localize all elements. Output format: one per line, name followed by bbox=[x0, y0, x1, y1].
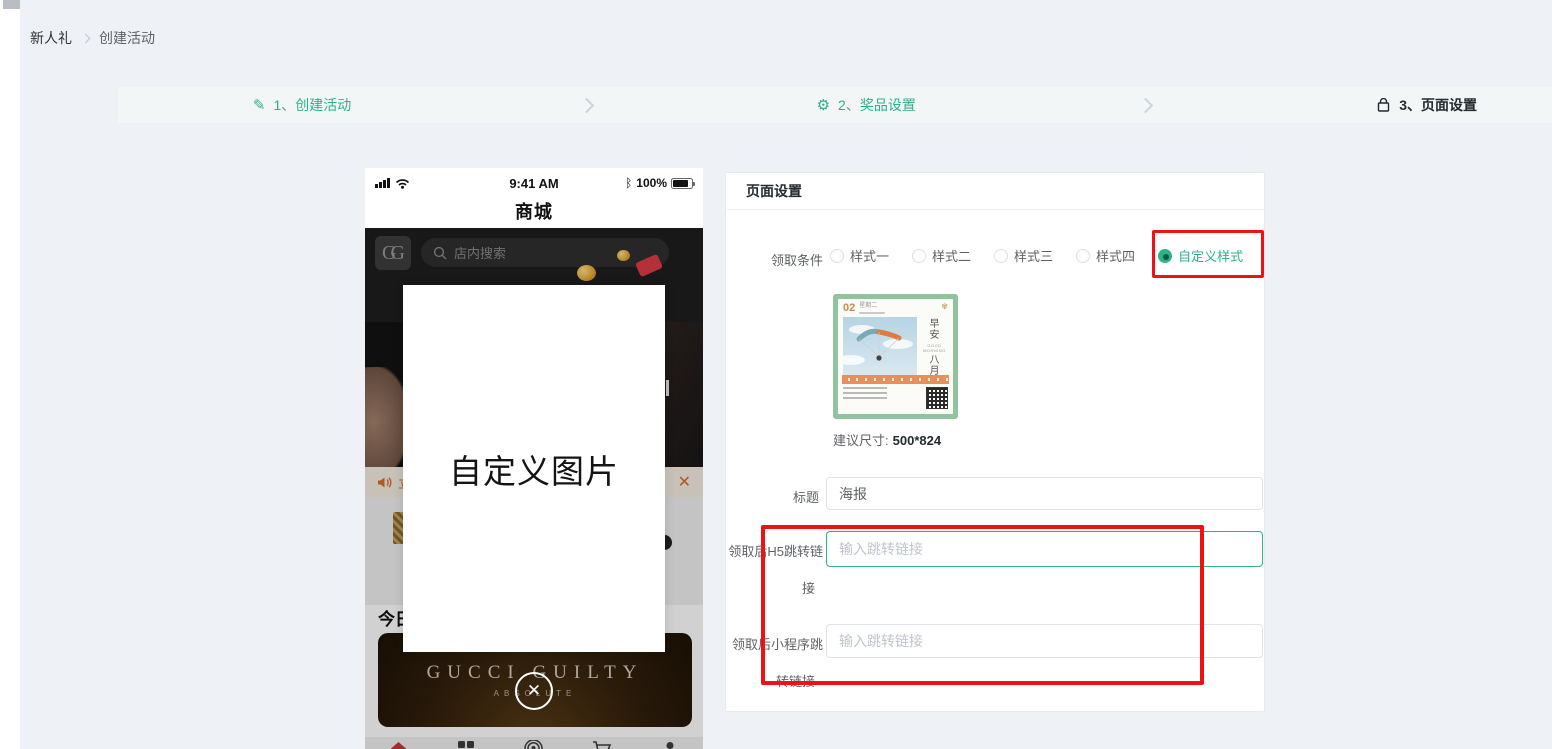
modal-close-button[interactable]: ✕ bbox=[515, 672, 553, 710]
miniprogram-link-label-line1: 领取后小程序跳 bbox=[720, 634, 823, 653]
style-radio-group: 样式一 样式二 样式三 样式四 自定义样式 bbox=[830, 246, 1243, 265]
size-hint-value: 500*824 bbox=[893, 433, 941, 448]
poster-text-line bbox=[859, 312, 885, 314]
radio-icon bbox=[830, 249, 844, 263]
poster-photo bbox=[843, 317, 917, 381]
radio-icon bbox=[1076, 249, 1090, 263]
radio-style-3[interactable]: 样式三 bbox=[994, 246, 1053, 265]
step-prize-settings[interactable]: ⚙ 2、奖品设置 bbox=[592, 95, 1140, 115]
poster-ornament-icon: ✾ bbox=[941, 303, 948, 311]
step-page-settings[interactable]: 3、页面设置 bbox=[1151, 95, 1552, 115]
breadcrumb-current: 创建活动 bbox=[99, 28, 155, 48]
claim-condition-label: 领取条件 bbox=[726, 250, 823, 269]
title-field-label: 标题 bbox=[726, 487, 819, 506]
radio-style-1[interactable]: 样式一 bbox=[830, 246, 889, 265]
breadcrumb-parent[interactable]: 新人礼 bbox=[30, 28, 72, 48]
gear-icon: ⚙ bbox=[817, 98, 830, 113]
battery-percent: 100% bbox=[636, 176, 667, 190]
bag-icon bbox=[1376, 98, 1391, 113]
poster-greeting-en: GOOD MORNING bbox=[921, 343, 948, 353]
radio-icon bbox=[912, 249, 926, 263]
battery-icon bbox=[671, 178, 693, 189]
poster-ribbon bbox=[842, 375, 949, 384]
phone-app-title: 商城 bbox=[365, 198, 703, 224]
poster-thumbnail[interactable]: 02 星期二 ✾ bbox=[833, 294, 958, 419]
page-settings-panel: 页面设置 领取条件 样式一 样式二 样式三 样式四 自定义样式 bbox=[725, 172, 1265, 712]
radio-selected-icon bbox=[1158, 249, 1172, 263]
page-left-gutter bbox=[0, 0, 20, 749]
phone-preview: 9:41 AM ᛒ 100% 商城 GG 店内搜索 推荐 人气商 立 ✕ bbox=[365, 168, 703, 749]
step-label: 1、创建活动 bbox=[273, 95, 351, 115]
bluetooth-icon: ᛒ bbox=[625, 176, 632, 190]
qr-code bbox=[926, 387, 948, 409]
poster-month: 八月 bbox=[929, 355, 940, 377]
paraglider-graphic bbox=[853, 325, 905, 365]
step-label: 2、奖品设置 bbox=[838, 95, 916, 115]
h5-link-input[interactable] bbox=[826, 531, 1263, 567]
scrollbar-corner bbox=[3, 0, 20, 9]
h5-link-label-line1: 领取后H5跳转链 bbox=[720, 541, 823, 560]
custom-image-modal: 自定义图片 bbox=[403, 285, 665, 652]
step-wizard: ✎ 1、创建活动 ⚙ 2、奖品设置 3、页面设置 bbox=[118, 87, 1552, 123]
poster-weekday: 星期二 bbox=[859, 303, 877, 309]
step-create-activity[interactable]: ✎ 1、创建活动 bbox=[118, 95, 581, 115]
breadcrumb: 新人礼 创建活动 bbox=[30, 28, 155, 48]
poster-greeting: 早安 bbox=[929, 319, 940, 341]
panel-title: 页面设置 bbox=[726, 173, 1264, 210]
chevron-right-icon bbox=[81, 34, 91, 44]
poster-day: 02 bbox=[843, 303, 855, 313]
radio-style-4[interactable]: 样式四 bbox=[1076, 246, 1135, 265]
h5-link-label-line2: 接 bbox=[726, 578, 815, 597]
pencil-icon: ✎ bbox=[253, 98, 266, 113]
radio-style-custom[interactable]: 自定义样式 bbox=[1158, 246, 1243, 265]
step-label: 3、页面设置 bbox=[1399, 95, 1477, 115]
phone-status-bar: 9:41 AM ᛒ 100% bbox=[365, 168, 703, 194]
title-input[interactable] bbox=[826, 477, 1263, 510]
miniprogram-link-input[interactable] bbox=[826, 624, 1263, 658]
miniprogram-link-label-line2: 转链接 bbox=[726, 671, 815, 690]
custom-image-text: 自定义图片 bbox=[449, 445, 619, 493]
size-hint: 建议尺寸:500*824 bbox=[833, 430, 941, 449]
close-icon: ✕ bbox=[527, 681, 541, 701]
radio-style-2[interactable]: 样式二 bbox=[912, 246, 971, 265]
radio-icon bbox=[994, 249, 1008, 263]
